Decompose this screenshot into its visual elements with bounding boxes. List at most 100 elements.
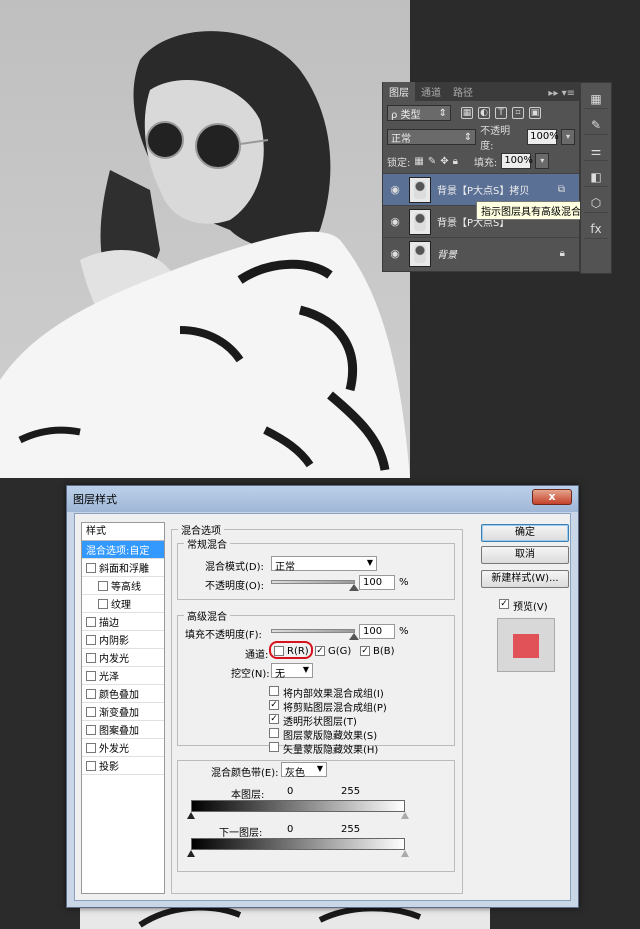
style-item-gradient-overlay[interactable]: 渐变叠加 bbox=[82, 703, 164, 721]
channel-g-checkbox[interactable]: ✓ bbox=[315, 646, 325, 656]
style-label: 外发光 bbox=[99, 744, 129, 755]
blend-mode-select[interactable]: 正常 ⇕ bbox=[387, 129, 477, 145]
style-label: 渐变叠加 bbox=[99, 708, 139, 719]
layers-panel: 图层 通道 路径 ▸▸ ▾≡ ρ 类型 ⇕ ▦ ◐ T ⌗ ▣ 正常 ⇕ 不透明度:… bbox=[382, 82, 580, 272]
adjust-panel-icon[interactable]: ⚌ bbox=[584, 141, 608, 161]
fill-dropdown-icon[interactable]: ▾ bbox=[535, 153, 550, 169]
this-layer-white-slider[interactable] bbox=[401, 812, 409, 819]
option-checkbox[interactable]: ✓ bbox=[269, 700, 279, 710]
style-checkbox[interactable] bbox=[86, 616, 96, 627]
style-label: 图案叠加 bbox=[99, 726, 139, 737]
lock-all-icon[interactable]: 🔒︎ bbox=[453, 156, 458, 167]
style-item-contour[interactable]: 等高线 bbox=[82, 577, 164, 595]
option-checkbox[interactable] bbox=[269, 742, 279, 752]
style-checkbox[interactable] bbox=[86, 724, 96, 735]
option-checkbox[interactable]: ✓ bbox=[269, 714, 279, 724]
style-checkbox[interactable] bbox=[98, 598, 108, 609]
brushes-panel-icon[interactable]: ✎ bbox=[584, 115, 608, 135]
slider-knob[interactable] bbox=[349, 633, 359, 640]
3d-cube-icon[interactable]: ⬡ bbox=[584, 193, 608, 213]
style-checkbox[interactable] bbox=[86, 742, 96, 753]
panel-menu-button[interactable]: ▸▸ ▾≡ bbox=[544, 86, 579, 101]
adjustment-filter-icon[interactable]: ◐ bbox=[478, 107, 490, 119]
style-checkbox[interactable] bbox=[86, 652, 96, 663]
close-button[interactable]: x bbox=[532, 489, 572, 505]
this-layer-black-slider[interactable] bbox=[187, 812, 195, 819]
style-checkbox[interactable] bbox=[86, 670, 96, 681]
option-label: 透明形状图层(T) bbox=[283, 717, 357, 728]
style-item-inner-shadow[interactable]: 内阴影 bbox=[82, 631, 164, 649]
layer-row[interactable]: ◉ 背景 🔒︎ bbox=[383, 237, 579, 269]
blend-mode-value: 正常 bbox=[391, 133, 411, 145]
tab-channels[interactable]: 通道 bbox=[415, 82, 447, 101]
blend-if-label: 混合颜色带(E): bbox=[211, 768, 279, 779]
preview-thumbnail bbox=[497, 618, 555, 672]
preview-swatch bbox=[513, 634, 539, 658]
dialog-titlebar[interactable]: 图层样式 bbox=[67, 486, 578, 512]
style-item-texture[interactable]: 纹理 bbox=[82, 595, 164, 613]
percent-label: % bbox=[399, 577, 409, 588]
knockout-select[interactable]: 无 ▼ bbox=[271, 663, 313, 680]
lock-move-icon[interactable]: ✥ bbox=[440, 156, 448, 167]
type-filter-icon[interactable]: T bbox=[495, 107, 507, 119]
lock-row: 锁定: ▦ ✎ ✥ 🔒︎ 填充: 100% ▾ bbox=[383, 149, 579, 173]
channel-r-checkbox[interactable] bbox=[274, 646, 284, 656]
style-checkbox[interactable] bbox=[86, 688, 96, 699]
style-checkbox[interactable] bbox=[86, 634, 96, 645]
style-item-bevel-emboss[interactable]: 斜面和浮雕 bbox=[82, 559, 164, 577]
fill-opacity-input[interactable]: 100 bbox=[359, 624, 395, 639]
layer-comps-icon[interactable]: ◧ bbox=[584, 167, 608, 187]
style-checkbox[interactable] bbox=[86, 760, 96, 771]
visibility-eye-icon[interactable]: ◉ bbox=[387, 247, 403, 260]
style-checkbox[interactable] bbox=[86, 706, 96, 717]
shape-filter-icon[interactable]: ⌗ bbox=[512, 107, 524, 119]
style-checkbox[interactable] bbox=[86, 562, 96, 573]
tab-layers[interactable]: 图层 bbox=[383, 82, 415, 101]
style-item-satin[interactable]: 光泽 bbox=[82, 667, 164, 685]
lock-pixels-icon[interactable]: ▦ bbox=[414, 156, 423, 167]
opacity-dropdown-icon[interactable]: ▾ bbox=[561, 129, 575, 145]
style-item-inner-glow[interactable]: 内发光 bbox=[82, 649, 164, 667]
underlying-layer-min: 0 bbox=[287, 824, 294, 835]
blend-mode-select[interactable]: 正常 ▼ bbox=[271, 556, 377, 573]
underlying-black-slider[interactable] bbox=[187, 850, 195, 857]
lock-paint-icon[interactable]: ✎ bbox=[428, 156, 436, 167]
style-item-stroke[interactable]: 描边 bbox=[82, 613, 164, 631]
style-label: 颜色叠加 bbox=[99, 690, 139, 701]
layer-thumbnail bbox=[409, 176, 431, 203]
dialog-body: 样式 混合选项:自定 斜面和浮雕 等高线 纹理 描边 内阴影 内发光 光泽 颜色… bbox=[74, 513, 571, 901]
styles-header[interactable]: 样式 bbox=[82, 523, 164, 541]
underlying-white-slider[interactable] bbox=[401, 850, 409, 857]
fill-opacity-slider[interactable] bbox=[271, 629, 359, 640]
option-checkbox[interactable] bbox=[269, 728, 279, 738]
style-checkbox[interactable] bbox=[98, 580, 108, 591]
style-item-blending-options[interactable]: 混合选项:自定 bbox=[82, 541, 164, 559]
opacity-input[interactable]: 100 bbox=[359, 575, 395, 590]
blend-if-select[interactable]: 灰色 ▼ bbox=[281, 762, 327, 779]
style-item-drop-shadow[interactable]: 投影 bbox=[82, 757, 164, 775]
blend-mode-value: 正常 bbox=[275, 562, 295, 573]
preview-checkbox[interactable]: ✓ bbox=[499, 599, 509, 609]
smart-object-filter-icon[interactable]: ▣ bbox=[529, 107, 541, 119]
cancel-button[interactable]: 取消 bbox=[481, 546, 569, 564]
blend-if-value: 灰色 bbox=[285, 768, 305, 779]
fill-input[interactable]: 100% bbox=[501, 153, 533, 169]
new-style-button[interactable]: 新建样式(W)... bbox=[481, 570, 569, 588]
grid-panel-icon[interactable]: ▦ bbox=[584, 89, 608, 109]
opacity-slider[interactable] bbox=[271, 580, 359, 591]
channel-b-checkbox[interactable]: ✓ bbox=[360, 646, 370, 656]
visibility-eye-icon[interactable]: ◉ bbox=[387, 215, 403, 228]
fx-panel-icon[interactable]: fx bbox=[584, 219, 608, 239]
option-checkbox[interactable] bbox=[269, 686, 279, 696]
visibility-eye-icon[interactable]: ◉ bbox=[387, 183, 403, 196]
tab-paths[interactable]: 路径 bbox=[447, 82, 479, 101]
filter-kind-select[interactable]: ρ 类型 ⇕ bbox=[387, 105, 451, 121]
ok-button[interactable]: 确定 bbox=[481, 524, 569, 542]
style-item-color-overlay[interactable]: 颜色叠加 bbox=[82, 685, 164, 703]
fill-opacity-label: 填充不透明度(F): bbox=[185, 630, 262, 641]
opacity-input[interactable]: 100% bbox=[527, 129, 559, 145]
style-item-outer-glow[interactable]: 外发光 bbox=[82, 739, 164, 757]
pixel-filter-icon[interactable]: ▦ bbox=[461, 107, 473, 119]
slider-knob[interactable] bbox=[349, 584, 359, 591]
style-item-pattern-overlay[interactable]: 图案叠加 bbox=[82, 721, 164, 739]
